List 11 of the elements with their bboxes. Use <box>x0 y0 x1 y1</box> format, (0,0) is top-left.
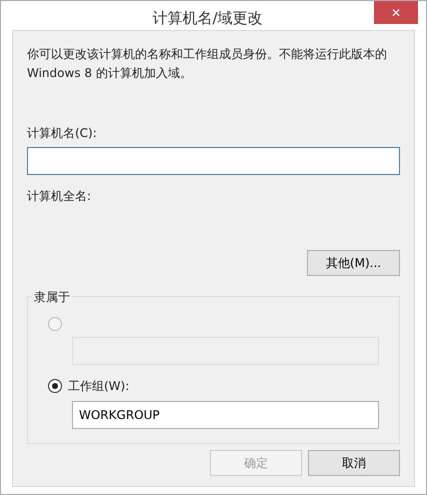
more-button[interactable]: 其他(M)... <box>307 250 400 276</box>
field-label: 计算机名(C): <box>27 124 97 142</box>
radio-button[interactable] <box>48 378 62 392</box>
cancel-button[interactable]: 取消 <box>308 450 400 476</box>
description-text: 你可以更改该计算机的名称和工作组成员身份。不能将运行此版本的 Windows 8 的计算机加入域。 <box>27 46 388 82</box>
field-label: 计算机全名: <box>27 188 92 202</box>
computer-name-field[interactable] <box>27 146 400 174</box>
radio-label: 工作组(W): <box>68 378 130 394</box>
window-title: 计算机名/域更改 <box>152 9 263 27</box>
text-field[interactable]: WORKGROUP <box>72 400 379 428</box>
close-button[interactable]: ✕ <box>374 1 418 24</box>
